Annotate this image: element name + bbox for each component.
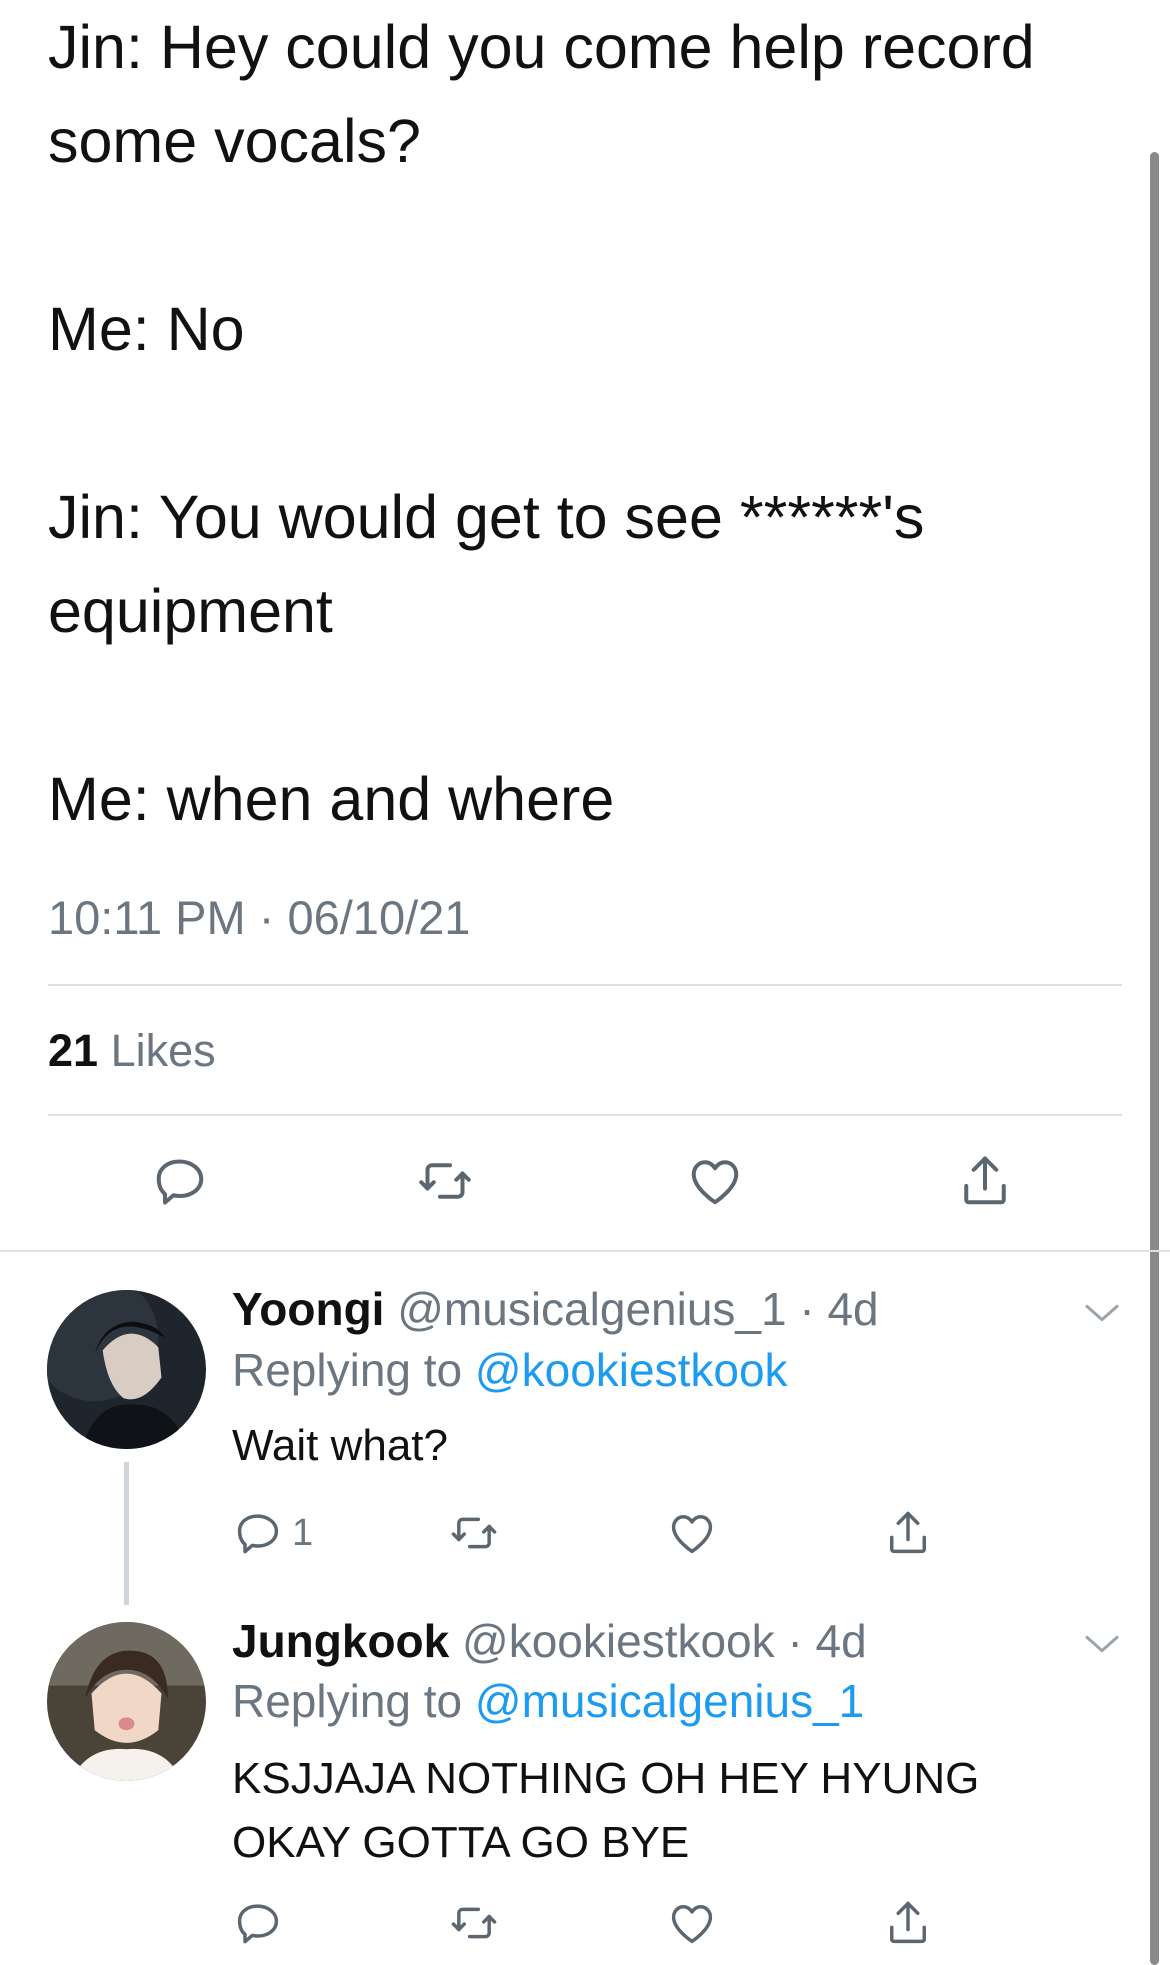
reply-header: Yoongi @musicalgenius_1 · 4d xyxy=(232,1282,879,1336)
meta-separator: · xyxy=(799,1283,815,1335)
avatar-image xyxy=(47,1290,206,1449)
user-handle[interactable]: @kookiestkook xyxy=(462,1615,775,1667)
meta-separator: · xyxy=(258,891,275,944)
share-button[interactable] xyxy=(955,1146,1025,1216)
likes-summary[interactable]: 21 Likes xyxy=(48,1025,216,1077)
reply-icon xyxy=(156,1159,204,1205)
tweet-date: 06/10/21 xyxy=(287,891,471,944)
tweet-line: Me: No xyxy=(48,295,245,363)
reply-header: Jungkook @kookiestkook · 4d xyxy=(232,1614,867,1668)
scrollbar[interactable] xyxy=(1150,152,1159,1965)
reply-age: 4d xyxy=(827,1283,879,1335)
divider xyxy=(48,984,1122,986)
tweet-text: Jin: Hey could you come help record some… xyxy=(48,0,1108,846)
heart-icon xyxy=(671,1515,713,1554)
retweet-icon xyxy=(419,1163,471,1199)
heart-icon xyxy=(671,1905,713,1944)
replying-to: Replying to @kookiestkook xyxy=(232,1343,788,1397)
chevron-down-icon[interactable] xyxy=(1082,1293,1122,1333)
heart-icon xyxy=(691,1160,739,1205)
replying-label: Replying to xyxy=(232,1344,463,1396)
meta-separator: · xyxy=(787,1615,803,1667)
share-icon xyxy=(890,1511,926,1554)
reply-icon xyxy=(237,1904,279,1944)
tweet-line: Jin: Hey could you come help record some… xyxy=(48,13,1035,175)
divider xyxy=(48,1114,1122,1116)
reply-button[interactable] xyxy=(150,1146,220,1216)
retweet-button[interactable] xyxy=(415,1146,485,1216)
avatar-image xyxy=(47,1622,206,1781)
like-button[interactable] xyxy=(685,1146,755,1216)
retweet-icon xyxy=(451,1517,497,1549)
likes-count: 21 xyxy=(48,1025,99,1076)
tweet-actions xyxy=(0,1146,1170,1216)
display-name[interactable]: Yoongi xyxy=(232,1283,384,1335)
reply-text: Wait what? xyxy=(232,1421,449,1470)
reply-actions: 1 xyxy=(0,1498,1170,1568)
replying-label: Replying to xyxy=(232,1675,463,1727)
reply-button[interactable] xyxy=(232,1888,302,1958)
share-icon xyxy=(964,1156,1006,1205)
replying-to-link[interactable]: @musicalgenius_1 xyxy=(475,1675,864,1727)
user-handle[interactable]: @musicalgenius_1 xyxy=(397,1283,786,1335)
tweet-time: 10:11 PM xyxy=(48,891,246,944)
divider xyxy=(0,1250,1170,1252)
tweet-line: Jin: You would get to see ******'s equip… xyxy=(48,483,925,645)
retweet-button[interactable] xyxy=(448,1498,518,1568)
share-button[interactable] xyxy=(882,1888,952,1958)
reply-count: 1 xyxy=(292,1511,314,1554)
replying-to: Replying to @musicalgenius_1 xyxy=(232,1674,864,1728)
reply-actions xyxy=(0,1888,1170,1958)
share-icon xyxy=(890,1901,926,1944)
reply-age: 4d xyxy=(815,1615,867,1667)
reply-text: KSJJAJA NOTHING OH HEY HYUNG OKAY GOTTA … xyxy=(232,1754,980,1867)
retweet-icon xyxy=(451,1907,497,1939)
retweet-button[interactable] xyxy=(448,1888,518,1958)
chevron-down-icon[interactable] xyxy=(1082,1624,1122,1664)
display-name[interactable]: Jungkook xyxy=(232,1615,449,1667)
like-button[interactable] xyxy=(666,1498,736,1568)
avatar[interactable] xyxy=(47,1290,206,1449)
reply-icon xyxy=(237,1514,279,1554)
replying-to-link[interactable]: @kookiestkook xyxy=(475,1344,788,1396)
tweet-line: Me: when and where xyxy=(48,765,615,833)
share-button[interactable] xyxy=(882,1498,952,1568)
likes-label: Likes xyxy=(110,1025,216,1076)
like-button[interactable] xyxy=(666,1888,736,1958)
reply-button[interactable]: 1 xyxy=(232,1498,352,1568)
tweet-timestamp[interactable]: 10:11 PM · 06/10/21 xyxy=(48,890,470,945)
avatar[interactable] xyxy=(47,1622,206,1781)
